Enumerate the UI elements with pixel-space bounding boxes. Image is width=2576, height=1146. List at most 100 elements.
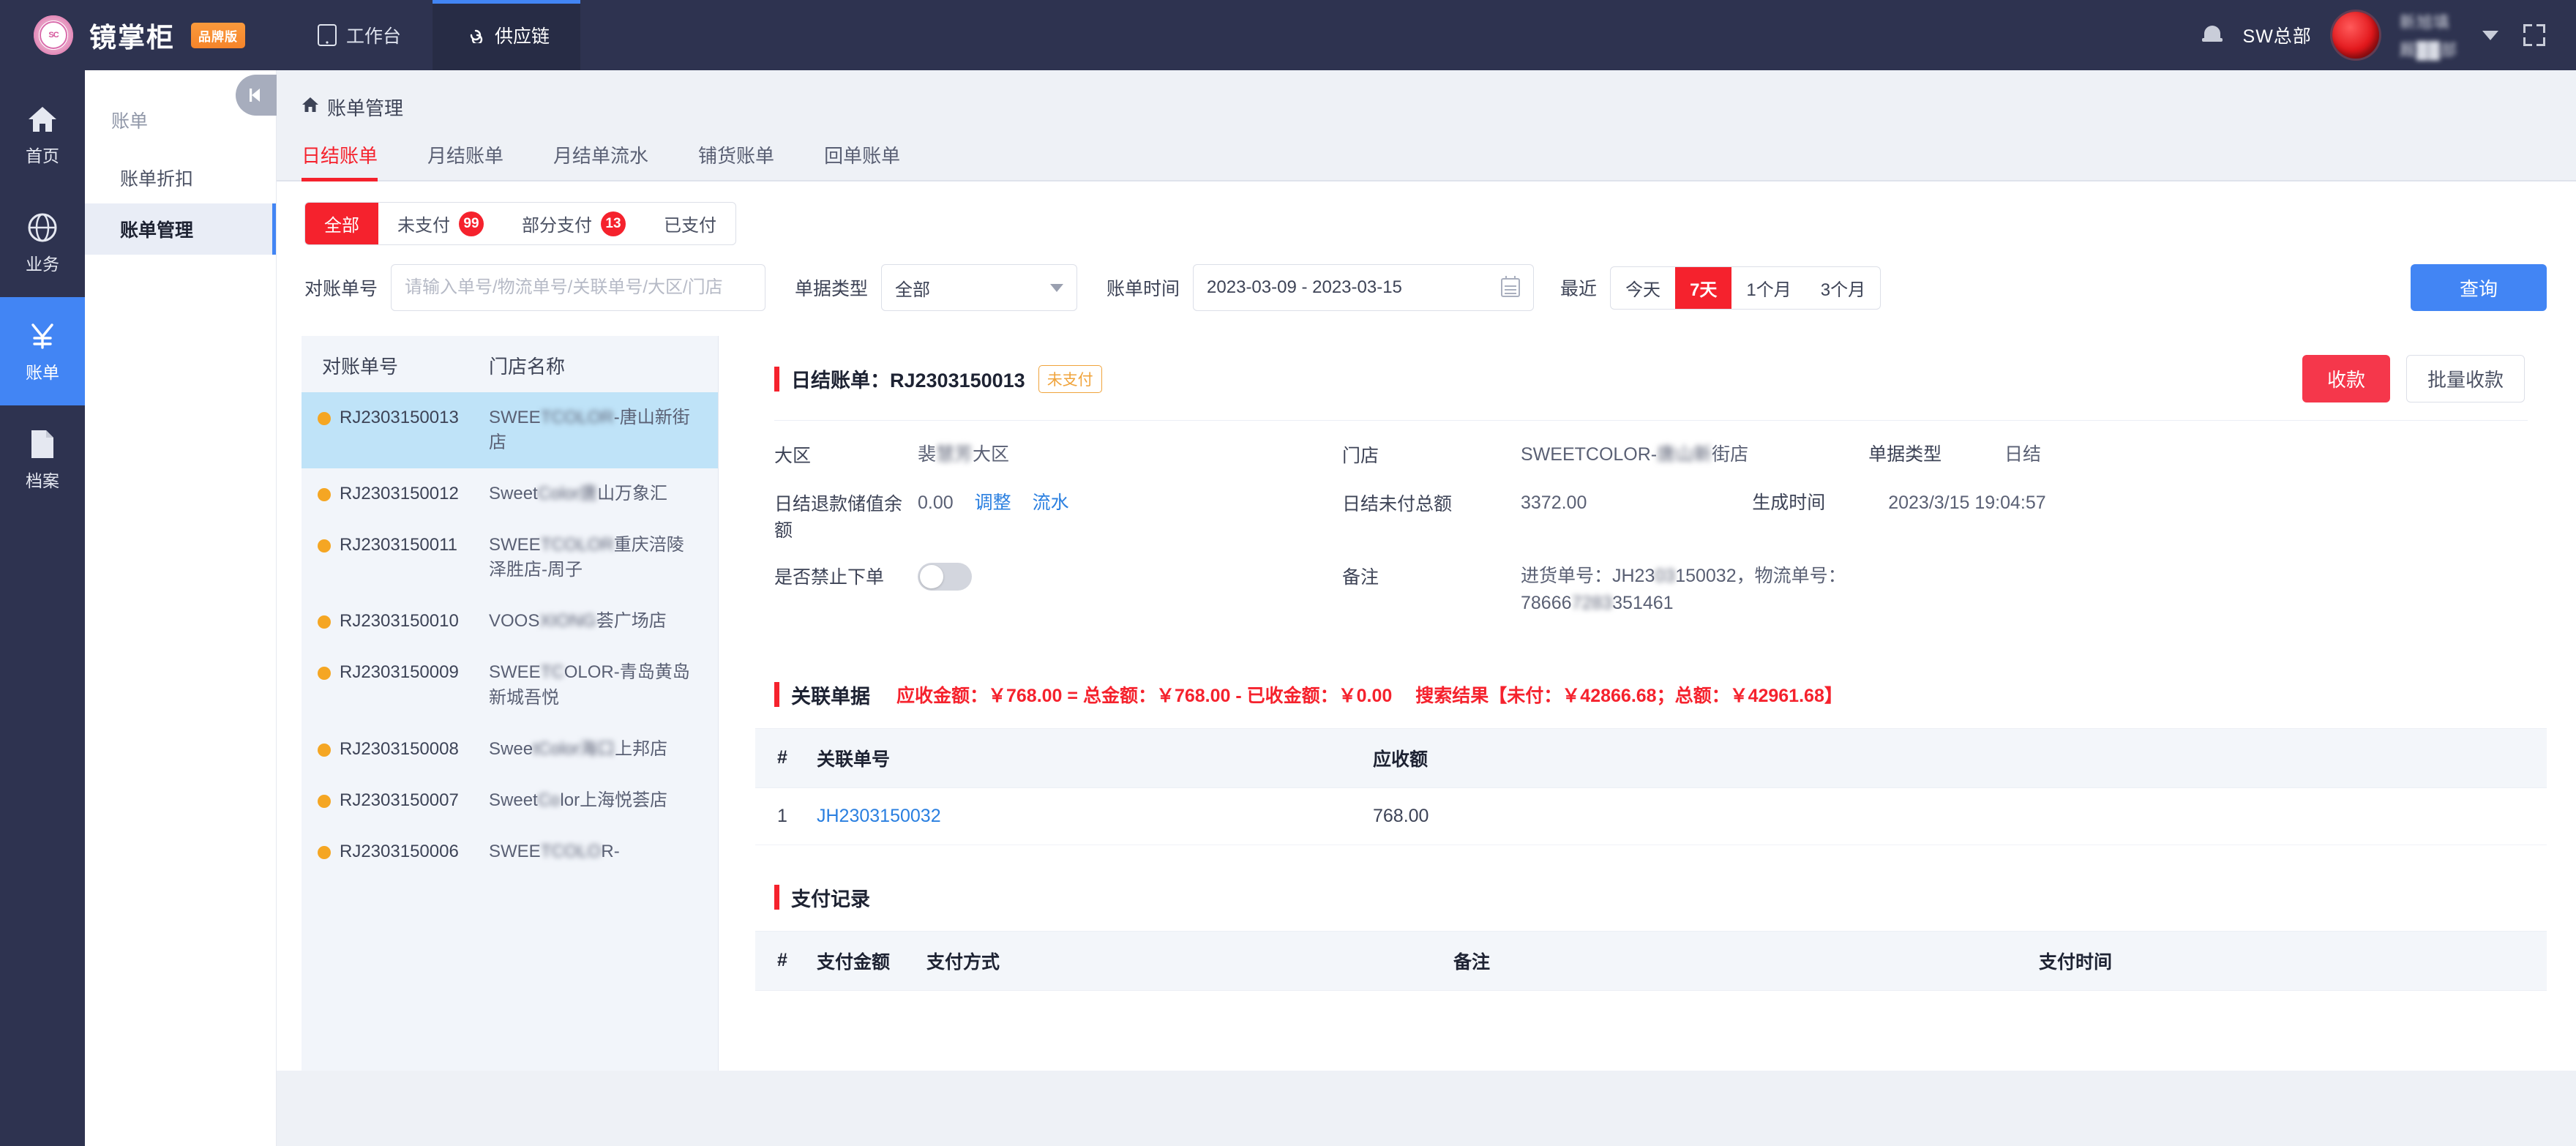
chevron-down-icon [1050, 283, 1064, 292]
top-nav: 工作台 供应链 [286, 0, 581, 70]
related-no-link[interactable]: JH2303150032 [817, 806, 941, 826]
content-area: 账单管理 日结账单 月结账单 月结单流水 铺货账单 回单账单 全部 未支付 99 [277, 70, 2576, 1146]
chevron-down-icon[interactable] [2482, 30, 2498, 40]
tab-monthly-bill[interactable]: 月结账单 [402, 141, 528, 180]
tab-bar: 日结账单 月结账单 月结单流水 铺货账单 回单账单 [277, 121, 2576, 181]
status-badge: 99 [459, 211, 484, 236]
tab-label: 回单账单 [824, 145, 901, 167]
doc-type-select[interactable]: 全部 [881, 264, 1078, 311]
sub-menu-item-bill-management[interactable]: 账单管理 [85, 203, 276, 255]
chip-label: 已支付 [664, 216, 716, 236]
cell-index: 1 [755, 787, 817, 845]
tab-label: 铺货账单 [698, 145, 775, 167]
doc-type-label: 单据类型 [795, 279, 869, 299]
sub-menu-item-bill-discount[interactable]: 账单折扣 [85, 152, 276, 203]
batch-collect-button[interactable]: 批量收款 [2405, 355, 2525, 402]
tab-distribution-bill[interactable]: 铺货账单 [673, 141, 799, 180]
query-button[interactable]: 查询 [2411, 264, 2547, 311]
payment-records-header: 支付记录 [755, 864, 2547, 912]
status-chip-all[interactable]: 全部 [305, 203, 378, 244]
quick-range-7days[interactable]: 7天 [1675, 266, 1732, 309]
tab-label: 月结账单 [427, 145, 504, 167]
cell-related-no[interactable]: JH2303150032 [817, 787, 1373, 845]
quick-range-1month[interactable]: 1个月 [1731, 267, 1805, 309]
avatar[interactable] [2332, 12, 2379, 59]
collapse-sidebar-button[interactable] [236, 75, 277, 116]
bill-detail-header: 日结账单：RJ2303150013 未支付 收款 批量收款 [755, 336, 2547, 402]
rail-item-business[interactable]: 业务 [0, 189, 85, 297]
list-item-bill-no: RJ2303150006 [302, 839, 489, 864]
region-value: 裴慧芳大区 [918, 444, 1010, 465]
list-item[interactable]: RJ2303150011 SWEETCOLOR重庆涪陵泽胜店-周子 [302, 520, 718, 596]
rail-item-archive[interactable]: 档案 [0, 405, 85, 514]
collect-button[interactable]: 收款 [2302, 355, 2390, 402]
list-item-store: SWEETCOLOR重庆涪陵泽胜店-周子 [489, 535, 684, 580]
list-item-store: SWEETCOLOR- [489, 841, 620, 861]
user-department: 厩██部 [2399, 41, 2457, 59]
user-block[interactable]: 新旭填 厩██部 [2400, 10, 2457, 61]
bill-list-panel[interactable]: 对账单号 门店名称 RJ2303150013 SWEETCOLOR-唐山新街店 … [302, 336, 719, 1071]
list-item-bill-no: RJ2303150010 [302, 609, 489, 634]
filter-bar: 对账单号 单据类型 全部 账单时间 2023-03-09 - 2023-03-1… [277, 245, 2576, 336]
tab-return-bill[interactable]: 回单账单 [799, 141, 925, 180]
top-nav-item-workbench[interactable]: 工作台 [286, 0, 433, 70]
rail-item-bills[interactable]: 账单 [0, 297, 85, 405]
related-documents-title: 关联单据 [791, 685, 870, 708]
adjust-link[interactable]: 调整 [975, 493, 1011, 513]
list-item[interactable]: RJ2303150008 SweetColor海口上邦店 [302, 724, 718, 775]
left-rail: 首页 业务 账单 档案 [0, 70, 85, 1146]
section-accent-bar [774, 682, 779, 707]
tablet-icon [317, 24, 337, 46]
list-item-bill-no: RJ2303150007 [302, 788, 489, 813]
home-icon [302, 96, 319, 119]
breadcrumb: 账单管理 [277, 70, 2576, 121]
forbid-order-toggle[interactable] [918, 562, 972, 591]
status-chip-unpaid[interactable]: 未支付 99 [378, 203, 503, 244]
col-pay-method: 支付方式 [926, 930, 1453, 991]
sub-menu-item-label: 账单管理 [120, 220, 194, 241]
list-item[interactable]: RJ2303150009 SWEETCOLOR-青岛黄岛新城吾悦 [302, 647, 718, 723]
list-item[interactable]: RJ2303150012 SweetColor唐山万象汇 [302, 468, 718, 520]
list-item-bill-no: RJ2303150011 [302, 533, 489, 558]
list-item[interactable]: RJ2303150010 VOOSXIONG荟广场店 [302, 596, 718, 647]
forbid-order-label: 是否禁止下单 [774, 566, 885, 588]
store-label: 门店 [1342, 446, 1379, 466]
unpaid-total-label: 日结未付总额 [1342, 493, 1453, 514]
forbid-order-toggle-wrap [918, 562, 1342, 591]
region-label: 大区 [774, 446, 812, 466]
unpaid-total-value: 3372.00 生成时间 2023/3/15 19:04:57 [1521, 492, 2046, 513]
list-item-store: SweetColor海口上邦店 [489, 738, 668, 759]
status-chip-partial[interactable]: 部分支付 13 [503, 203, 645, 244]
quick-range-3months[interactable]: 3个月 [1806, 267, 1880, 309]
top-nav-item-supply-chain[interactable]: 供应链 [433, 0, 581, 70]
chip-label: 全部 [324, 216, 359, 236]
status-chip-paid[interactable]: 已支付 [645, 203, 735, 244]
bill-list-header: 对账单号 门店名称 [302, 336, 718, 392]
list-item-bill-no: RJ2303150009 [302, 660, 489, 685]
payment-records-card: 支付记录 # 支付金额 支付方式 备注 支付时间 [755, 864, 2547, 991]
tab-daily-bill[interactable]: 日结账单 [302, 141, 402, 181]
section-accent-bar [774, 885, 779, 910]
table-header-row: # 支付金额 支付方式 备注 支付时间 [755, 930, 2547, 991]
tab-monthly-flow[interactable]: 月结单流水 [528, 141, 673, 180]
rail-item-home[interactable]: 首页 [0, 80, 85, 189]
home-icon [26, 103, 59, 135]
rail-item-label: 档案 [26, 471, 59, 490]
list-item-store: SWEETCOLOR-唐山新街店 [489, 408, 690, 453]
fullscreen-icon[interactable] [2523, 24, 2545, 46]
list-item-store: VOOSXIONG荟广场店 [489, 611, 667, 632]
table-row[interactable]: 1 JH2303150032 768.00 [755, 787, 2547, 845]
list-item-store: SweetColor上海悦荟店 [489, 790, 668, 810]
bill-no-input[interactable] [391, 264, 766, 311]
link-icon [463, 27, 485, 43]
flow-link[interactable]: 流水 [1033, 493, 1069, 513]
list-item[interactable]: RJ2303150007 SweetColor上海悦荟店 [302, 775, 718, 826]
list-item[interactable]: RJ2303150006 SWEETCOLOR- [302, 826, 718, 877]
bell-icon[interactable] [2201, 24, 2223, 46]
date-range-picker[interactable]: 2023-03-09 - 2023-03-15 [1193, 264, 1535, 311]
quick-range-today[interactable]: 今天 [1611, 267, 1675, 309]
col-pay-remark: 备注 [1453, 930, 2039, 991]
list-item[interactable]: RJ2303150013 SWEETCOLOR-唐山新街店 [302, 392, 718, 469]
tab-label: 月结单流水 [553, 145, 649, 167]
col-index: # [755, 727, 817, 788]
